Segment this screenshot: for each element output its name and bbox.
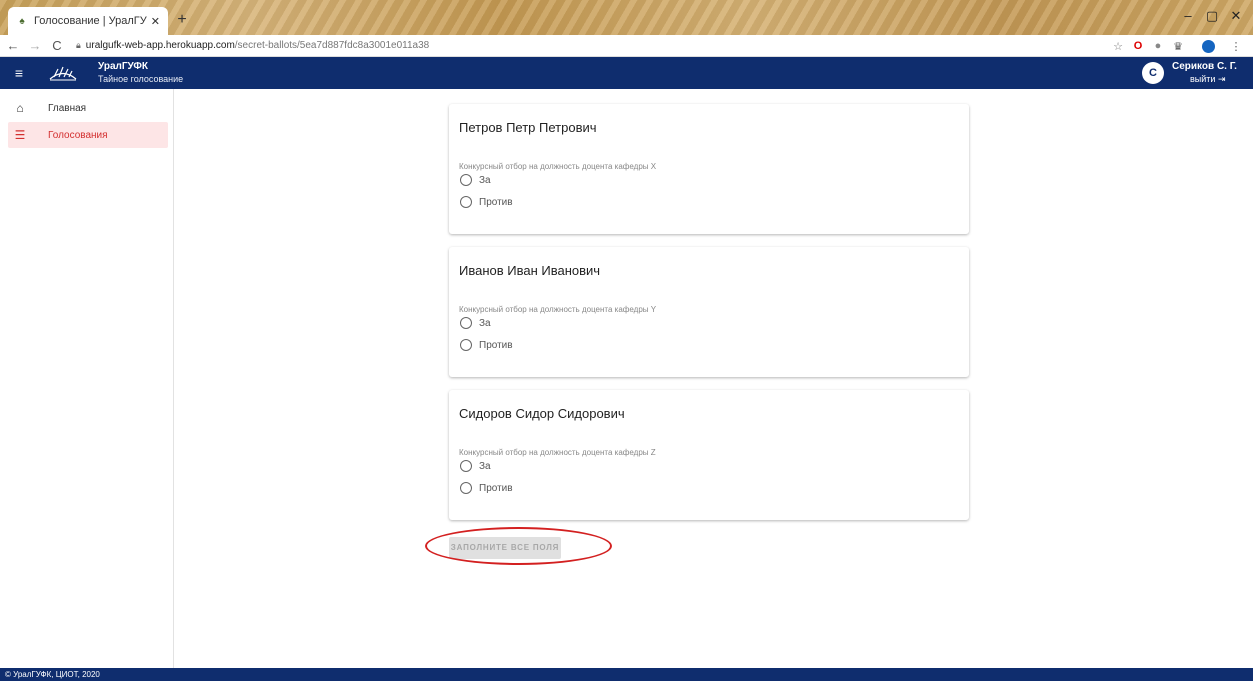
logout-label: выйти	[1190, 74, 1216, 84]
uralgufk-logo-icon	[49, 66, 77, 81]
vote-against-radio[interactable]: Против	[460, 196, 513, 208]
radio-circle-icon	[460, 317, 472, 329]
radio-circle-icon	[460, 460, 472, 472]
url-path: /secret-ballots/5ea7d887fdc8a3001e011a38	[234, 40, 430, 51]
radio-circle-icon	[460, 339, 472, 351]
sidebar-item-home[interactable]: ⌂ Главная	[8, 95, 168, 121]
logout-link[interactable]: выйти ⇥	[1190, 74, 1226, 85]
home-icon: ⌂	[16, 101, 24, 115]
vote-against-radio[interactable]: Против	[460, 482, 513, 494]
option-label: За	[479, 174, 491, 186]
url-field[interactable]: 🔒︎ uralgufk-web-app.herokuapp.com/secret…	[76, 40, 429, 51]
site-favicon-icon: ♠	[19, 15, 25, 27]
candidate-name: Иванов Иван Иванович	[459, 263, 601, 278]
candidate-name: Петров Петр Петрович	[459, 120, 597, 135]
ballot-description: Конкурсный отбор на должность доцента ка…	[459, 162, 657, 171]
candidate-name: Сидоров Сидор Сидорович	[459, 406, 625, 421]
url-host: uralgufk-web-app.herokuapp.com	[85, 40, 235, 51]
ballot-description: Конкурсный отбор на должность доцента ка…	[459, 448, 656, 457]
sidebar: ⌂ Главная ☰ Голосования	[0, 89, 174, 668]
bookmark-star-icon[interactable]: ☆	[1110, 38, 1126, 54]
extension-puzzle-icon[interactable]: ●	[1150, 38, 1166, 54]
app-header: ≡ УралГУФК Тайное голосование С Сериков …	[0, 57, 1253, 89]
ballot-description: Конкурсный отбор на должность доцента ка…	[459, 305, 657, 314]
ballot-card: Петров Петр Петрович Конкурсный отбор на…	[449, 104, 969, 234]
annotation-ellipse	[425, 527, 612, 565]
incognito-extension-icon[interactable]: ♛	[1170, 38, 1186, 54]
vote-for-radio[interactable]: За	[460, 317, 491, 329]
new-tab-button[interactable]: +	[172, 10, 192, 30]
browser-tab[interactable]: ♠ Голосование | УралГУФК. Тайн ✕	[8, 7, 168, 35]
option-label: За	[479, 317, 491, 329]
avatar[interactable]: С	[1142, 62, 1164, 84]
close-window-button[interactable]: ✕	[1226, 8, 1246, 24]
browser-tabstrip: ♠ Голосование | УралГУФК. Тайн ✕ + – ▢ ✕	[0, 0, 1253, 35]
logout-icon: ⇥	[1217, 74, 1226, 84]
vote-for-radio[interactable]: За	[460, 460, 491, 472]
option-label: Против	[479, 339, 513, 351]
user-name: Сериков С. Г.	[1172, 61, 1237, 72]
radio-circle-icon	[460, 196, 472, 208]
opera-extension-icon[interactable]: O	[1130, 38, 1146, 54]
footer: © УралГУФК, ЦИОТ, 2020	[0, 668, 1253, 681]
forward-arrow-icon[interactable]: →	[26, 38, 44, 53]
reload-icon[interactable]: C	[48, 38, 66, 53]
radio-circle-icon	[460, 174, 472, 186]
ballot-card: Сидоров Сидор Сидорович Конкурсный отбор…	[449, 390, 969, 520]
browser-menu-icon[interactable]: ⋮	[1228, 38, 1244, 54]
sidebar-item-votings[interactable]: ☰ Голосования	[8, 122, 168, 148]
back-arrow-icon[interactable]: ←	[4, 38, 22, 53]
list-icon: ☰	[14, 128, 26, 142]
ballot-card: Иванов Иван Иванович Конкурсный отбор на…	[449, 247, 969, 377]
sidebar-item-label: Главная	[48, 102, 87, 114]
maximize-button[interactable]: ▢	[1202, 8, 1222, 24]
sidebar-item-label: Голосования	[48, 129, 108, 141]
option-label: За	[479, 460, 491, 472]
profile-icon[interactable]	[1200, 38, 1216, 54]
minimize-button[interactable]: –	[1178, 8, 1198, 23]
radio-circle-icon	[460, 482, 472, 494]
hamburger-menu-icon[interactable]: ≡	[12, 65, 26, 81]
address-bar-row: ← → C 🔒︎ uralgufk-web-app.herokuapp.com /…	[0, 35, 1253, 57]
lock-icon: 🔒︎	[76, 40, 81, 50]
vote-for-radio[interactable]: За	[460, 174, 491, 186]
vote-against-radio[interactable]: Против	[460, 339, 513, 351]
tab-close-icon[interactable]: ✕	[151, 15, 160, 28]
option-label: Против	[479, 482, 513, 494]
brand-subtitle: Тайное голосование	[98, 74, 184, 84]
tab-title: Голосование | УралГУФК. Тайн	[34, 15, 147, 27]
brand-name: УралГУФК	[98, 61, 149, 72]
option-label: Против	[479, 196, 513, 208]
